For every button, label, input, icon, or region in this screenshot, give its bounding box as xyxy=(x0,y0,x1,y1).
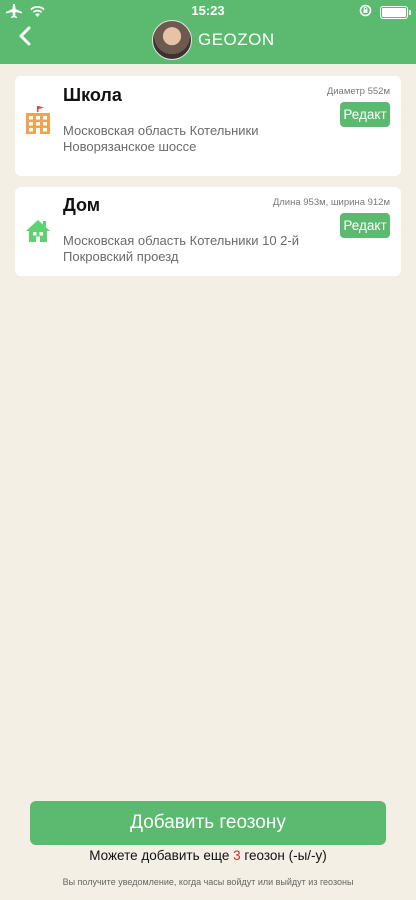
zone-size: Длина 953м, ширина 912м xyxy=(272,197,390,208)
zone-address: Московская область Котельники Новорязанс… xyxy=(63,123,259,154)
header-bar: 15:23 GEOZON xyxy=(0,0,416,64)
home-icon xyxy=(25,219,51,247)
zone-name: Школа xyxy=(63,85,122,105)
page-title: GEOZON xyxy=(198,30,275,49)
rotation-lock-icon xyxy=(359,4,372,20)
back-button[interactable] xyxy=(12,24,38,52)
status-time: 15:23 xyxy=(191,3,225,18)
remaining-count: 3 xyxy=(233,848,241,863)
remaining-prefix: Можете добавить еще xyxy=(89,848,234,863)
remaining-suffix: геозон (-ы/-у) xyxy=(240,848,327,863)
edit-button[interactable]: Редакт xyxy=(340,102,390,127)
zone-card-school[interactable]: Школа Диаметр 552м Редакт Московская обл… xyxy=(15,76,401,176)
zone-name: Дом xyxy=(63,195,101,215)
battery-icon xyxy=(380,5,411,19)
zone-card-home[interactable]: Дом Длина 953м, ширина 912м Редакт Моско… xyxy=(15,187,401,276)
remaining-zones-text: Можете добавить еще 3 геозон (-ы/-у) xyxy=(0,848,416,863)
zone-size: Диаметр 552м xyxy=(326,86,390,97)
add-geozone-button[interactable]: Добавить геозону xyxy=(30,801,386,845)
edit-button[interactable]: Редакт xyxy=(340,213,390,238)
zone-address: Московская область Котельники 10 2-й Пок… xyxy=(63,233,300,264)
header-profile: GEOZON xyxy=(152,20,275,60)
school-icon xyxy=(25,106,51,134)
status-bar: 15:23 xyxy=(0,0,416,22)
chevron-left-icon xyxy=(18,26,32,51)
notification-note: Вы получите уведомление, когда часы войд… xyxy=(62,877,354,887)
avatar[interactable] xyxy=(152,20,192,60)
